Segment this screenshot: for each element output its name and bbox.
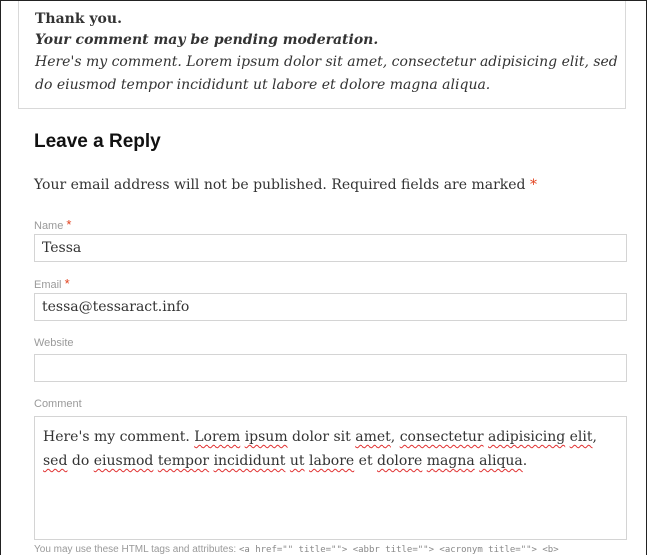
email-required-asterisk: *	[64, 276, 70, 291]
comment-text-segment: .	[522, 453, 528, 469]
misspelled-word: aliqua	[479, 453, 523, 469]
comment-label: Comment	[34, 398, 82, 410]
required-asterisk: *	[529, 177, 537, 193]
allowed-tags-prefix: You may use these HTML tags and attribut…	[34, 544, 237, 555]
reply-title: Leave a Reply	[34, 131, 161, 152]
comment-textarea[interactable]: Here's my comment. Lorem ipsum dolor sit…	[34, 416, 627, 540]
misspelled-word: sed	[43, 453, 68, 469]
name-field[interactable]: Tessa	[34, 234, 627, 262]
misspelled-word: dolore	[377, 453, 423, 469]
misspelled-word: ut	[289, 453, 305, 469]
name-label: Name *	[34, 217, 71, 232]
misspelled-word: Lorem	[194, 429, 241, 445]
misspelled-word: eiusmod	[93, 453, 154, 469]
comment-notes-text: Your email address will not be published…	[34, 177, 526, 193]
comment-text-segment: ,	[390, 429, 400, 445]
misspelled-word: consectetur	[399, 429, 484, 445]
misspelled-word: elit	[569, 429, 593, 445]
comment-awaiting-moderation: Thank you. Your comment may be pending m…	[18, 1, 626, 109]
misspelled-word: amet	[355, 429, 391, 445]
comment-text-segment: et	[354, 453, 378, 469]
comment-text-segment: dolor sit	[287, 429, 356, 445]
moderation-notice: Your comment may be pending moderation.	[35, 32, 379, 48]
email-field[interactable]: tessa@tessaract.info	[34, 293, 627, 321]
misspelled-word: magna	[426, 453, 475, 469]
comment-text-segment: ,	[592, 429, 597, 445]
allowed-tags-code: <a href="" title=""> <abbr title=""> <ac…	[238, 545, 559, 555]
name-required-asterisk: *	[66, 217, 72, 232]
comment-thanks: Thank you.	[35, 11, 122, 27]
name-label-text: Name	[34, 220, 64, 232]
website-field[interactable]	[34, 354, 627, 382]
misspelled-word: ipsum	[244, 429, 288, 445]
comment-text-segment: Here's my comment.	[43, 429, 195, 445]
misspelled-word: adipisicing	[488, 429, 566, 445]
comment-text-segment: do	[67, 453, 94, 469]
misspelled-word: labore	[309, 453, 355, 469]
email-label-text: Email	[34, 279, 62, 291]
allowed-tags: You may use these HTML tags and attribut…	[34, 544, 646, 555]
comment-body: Here's my comment. Lorem ipsum dolor sit…	[35, 54, 618, 93]
email-label: Email *	[34, 276, 70, 291]
misspelled-word: tempor	[157, 453, 210, 469]
comment-textarea-content: Here's my comment. Lorem ipsum dolor sit…	[43, 429, 597, 469]
comment-notes: Your email address will not be published…	[34, 177, 537, 193]
page-frame: Thank you. Your comment may be pending m…	[0, 0, 647, 555]
website-label: Website	[34, 337, 74, 349]
misspelled-word: incididunt	[213, 453, 286, 469]
